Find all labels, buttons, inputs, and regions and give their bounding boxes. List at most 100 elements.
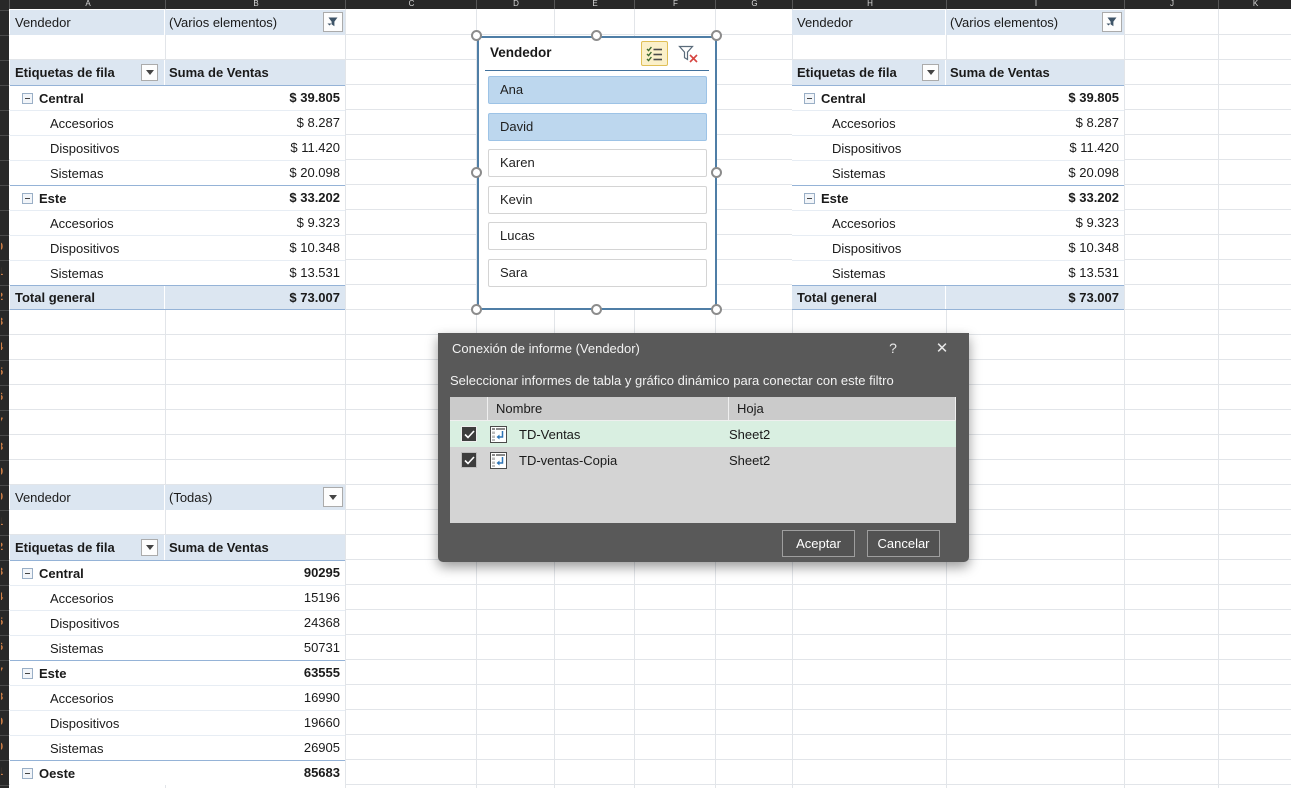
slicer-item-lucas[interactable]: Lucas	[488, 222, 707, 250]
collapse-icon[interactable]	[804, 193, 815, 204]
row-value[interactable]: $ 10.348	[165, 236, 345, 260]
row-label[interactable]: Oeste	[39, 766, 75, 781]
column-header[interactable]: F	[634, 0, 716, 9]
row-label[interactable]: Sistemas	[50, 266, 103, 281]
accept-button[interactable]: Aceptar	[782, 530, 855, 557]
collapse-icon[interactable]	[22, 768, 33, 779]
row-value[interactable]: 90295	[165, 561, 345, 585]
row-label[interactable]: Accesorios	[832, 216, 896, 231]
row-label[interactable]: Total general	[15, 290, 95, 305]
row-labels-filter-button[interactable]	[922, 64, 939, 81]
filter-value-cell[interactable]: (Todas)	[165, 485, 345, 510]
resize-handle[interactable]	[711, 304, 722, 315]
help-icon[interactable]: ?	[883, 340, 903, 356]
collapse-icon[interactable]	[22, 193, 33, 204]
row-label[interactable]: Central	[39, 91, 84, 106]
column-header[interactable]: H	[792, 0, 947, 9]
row-value[interactable]: $ 39.805	[946, 86, 1124, 110]
column-header[interactable]: G	[715, 0, 793, 9]
row-value[interactable]: $ 20.098	[946, 161, 1124, 185]
resize-handle[interactable]	[591, 30, 602, 41]
row-label[interactable]: Sistemas	[832, 166, 885, 181]
row-label[interactable]: Dispositivos	[50, 241, 119, 256]
row-value[interactable]: 19660	[165, 711, 345, 735]
row-label[interactable]: Dispositivos	[832, 141, 901, 156]
row-value[interactable]: $ 39.805	[165, 86, 345, 110]
resize-handle[interactable]	[471, 167, 482, 178]
row-label[interactable]: Accesorios	[50, 691, 114, 706]
row-value[interactable]: $ 9.323	[946, 211, 1124, 235]
filter-dropdown-button[interactable]	[323, 487, 343, 507]
resize-handle[interactable]	[471, 304, 482, 315]
filter-field-cell[interactable]: Vendedor	[792, 10, 946, 35]
row-label[interactable]: Accesorios	[50, 591, 114, 606]
row-label[interactable]: Central	[39, 566, 84, 581]
column-header[interactable]: I	[946, 0, 1125, 9]
cancel-button[interactable]: Cancelar	[867, 530, 940, 557]
row-labels-filter-button[interactable]	[141, 539, 158, 556]
checkbox[interactable]	[461, 426, 477, 442]
row-label[interactable]: Este	[39, 191, 66, 206]
row-value[interactable]: $ 10.348	[946, 236, 1124, 260]
row-label[interactable]: Central	[821, 91, 866, 106]
filter-applied-button[interactable]	[323, 12, 343, 32]
column-header[interactable]: J	[1124, 0, 1219, 9]
row-value[interactable]: $ 9.323	[165, 211, 345, 235]
resize-handle[interactable]	[471, 30, 482, 41]
column-header[interactable]: K	[1218, 0, 1291, 9]
filter-value-cell[interactable]: (Varios elementos)	[946, 10, 1124, 35]
filter-applied-button[interactable]	[1102, 12, 1122, 32]
column-header[interactable]: B	[165, 0, 346, 9]
column-header[interactable]: E	[554, 0, 635, 9]
row-value[interactable]: 63555	[165, 661, 345, 685]
row-value[interactable]: $ 13.531	[165, 261, 345, 285]
row-value[interactable]: $ 13.531	[946, 261, 1124, 285]
row-label[interactable]: Sistemas	[50, 641, 103, 656]
collapse-icon[interactable]	[22, 568, 33, 579]
filter-field-cell[interactable]: Vendedor	[10, 485, 165, 510]
row-value[interactable]: 15196	[165, 586, 345, 610]
row-value[interactable]: 50731	[165, 636, 345, 660]
row-value[interactable]: $ 73.007	[165, 286, 345, 309]
row-value[interactable]: $ 11.420	[946, 136, 1124, 160]
row-value[interactable]: 26905	[165, 736, 345, 760]
row-label[interactable]: Accesorios	[50, 116, 114, 131]
row-label[interactable]: Dispositivos	[50, 716, 119, 731]
slicer-item-ana[interactable]: Ana	[488, 76, 707, 104]
multi-select-button[interactable]	[641, 41, 668, 66]
collapse-icon[interactable]	[804, 93, 815, 104]
row-value[interactable]: 16990	[165, 686, 345, 710]
row-value[interactable]: $ 8.287	[946, 111, 1124, 135]
row-value[interactable]: $ 33.202	[165, 186, 345, 210]
checkbox[interactable]	[461, 452, 477, 468]
close-icon[interactable]: ✕	[931, 339, 953, 357]
filter-value-cell[interactable]: (Varios elementos)	[165, 10, 345, 35]
row-label[interactable]: Dispositivos	[50, 616, 119, 631]
collapse-icon[interactable]	[22, 93, 33, 104]
slicer-item-kevin[interactable]: Kevin	[488, 186, 707, 214]
slicer-item-karen[interactable]: Karen	[488, 149, 707, 177]
row-label[interactable]: Accesorios	[50, 216, 114, 231]
column-header[interactable]: D	[476, 0, 555, 9]
row-value[interactable]: 24368	[165, 611, 345, 635]
row-value[interactable]: 85683	[165, 761, 345, 785]
row-label[interactable]: Total general	[797, 290, 877, 305]
connection-row[interactable]: TD-ventas-Copia Sheet2	[450, 447, 956, 473]
column-header[interactable]: C	[345, 0, 477, 9]
slicer-item-sara[interactable]: Sara	[488, 259, 707, 287]
row-value[interactable]: $ 8.287	[165, 111, 345, 135]
row-label[interactable]: Este	[821, 191, 848, 206]
row-label[interactable]: Dispositivos	[50, 141, 119, 156]
collapse-icon[interactable]	[22, 668, 33, 679]
column-header[interactable]: A	[9, 0, 166, 9]
row-value[interactable]: $ 33.202	[946, 186, 1124, 210]
row-label[interactable]: Sistemas	[832, 266, 885, 281]
row-labels-filter-button[interactable]	[141, 64, 158, 81]
row-label[interactable]: Este	[39, 666, 66, 681]
row-value[interactable]: $ 11.420	[165, 136, 345, 160]
resize-handle[interactable]	[591, 304, 602, 315]
slicer-item-david[interactable]: David	[488, 113, 707, 141]
row-label[interactable]: Dispositivos	[832, 241, 901, 256]
connection-row[interactable]: TD-Ventas Sheet2	[450, 421, 956, 447]
row-value[interactable]: $ 20.098	[165, 161, 345, 185]
